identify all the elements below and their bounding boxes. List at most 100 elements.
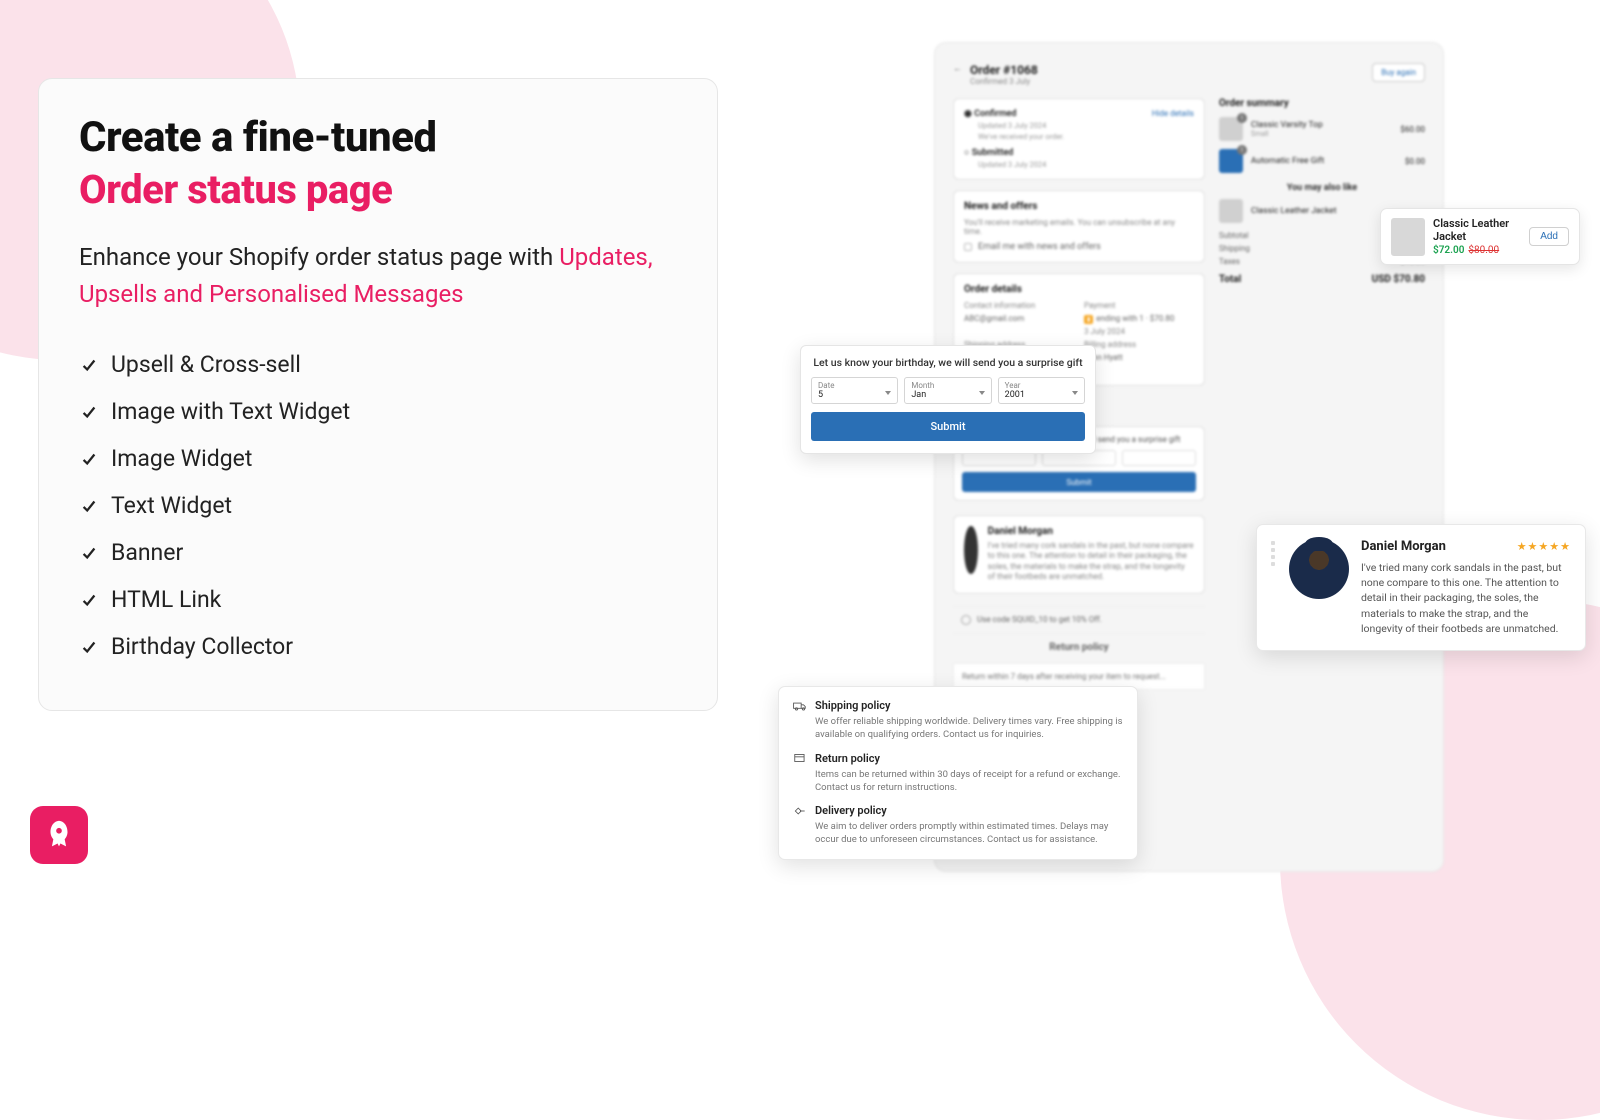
- summary-item: 1 Automatic Free Gift $0.00: [1219, 149, 1425, 173]
- buy-again-button[interactable]: Buy again: [1372, 63, 1425, 82]
- month-label: Month: [911, 381, 984, 390]
- submitted-label: ○ Submitted: [964, 147, 1013, 158]
- date-label: Date: [818, 381, 891, 390]
- hero-title-line1: Create a fine-tuned: [79, 113, 677, 162]
- check-icon: [79, 637, 99, 657]
- review-popover: Daniel Morgan ★★★★★ I've tried many cork …: [1256, 524, 1586, 651]
- check-icon: [79, 590, 99, 610]
- month-dropdown[interactable]: MonthJan: [904, 377, 991, 404]
- total-label: Total: [1219, 274, 1241, 285]
- confirmed-date: Updated 3 July 2024: [978, 121, 1194, 130]
- hero-desc-pre: Enhance your Shopify order status page w…: [79, 243, 559, 271]
- product-thumb: [1391, 218, 1425, 256]
- hero-card: Create a fine-tuned Order status page En…: [38, 78, 718, 711]
- feature-item: Image with Text Widget: [79, 388, 677, 435]
- hide-details-link[interactable]: Hide details: [1152, 109, 1194, 119]
- birthday-prompt: Let us know your birthday, we will send …: [811, 356, 1085, 369]
- birthday-popover: Let us know your birthday, we will send …: [800, 345, 1096, 454]
- contact-value: ABC@gmail.com: [964, 314, 1074, 323]
- hero-description: Enhance your Shopify order status page w…: [79, 239, 677, 313]
- taxes-label: Taxes: [1219, 257, 1240, 266]
- item-price: $60.00: [1400, 125, 1425, 134]
- upsell-popover: Classic Leather Jacket $72.00 $80.00 Add: [1380, 208, 1580, 265]
- order-title: Order #1068: [970, 63, 1038, 77]
- year-value: 2001: [1005, 390, 1078, 400]
- check-icon: [79, 355, 99, 375]
- submitted-date: Updated 3 July 2024: [978, 160, 1194, 169]
- news-card: News and offers You'll receive marketing…: [953, 190, 1205, 263]
- bday-mini-submit[interactable]: Submit: [962, 472, 1196, 492]
- payment-value: ▮ending with 1 · $70.80: [1084, 314, 1194, 323]
- feature-list: Upsell & Cross-sell Image with Text Widg…: [79, 341, 677, 670]
- subtotal-label: Subtotal: [1219, 231, 1249, 240]
- order-subtitle: Confirmed 3 July: [970, 77, 1038, 86]
- payment-heading: Payment: [1084, 301, 1194, 310]
- upsell-sale-price: $72.00: [1433, 245, 1464, 256]
- feature-label: Upsell & Cross-sell: [111, 351, 301, 378]
- policy-item: Shipping policy We offer reliable shippi…: [793, 699, 1123, 742]
- feature-item: Banner: [79, 529, 677, 576]
- news-checkbox-label: Email me with news and offers: [978, 242, 1101, 252]
- news-checkbox[interactable]: [964, 243, 972, 251]
- news-note: You'll receive marketing emails. You can…: [964, 218, 1194, 236]
- check-icon: [79, 402, 99, 422]
- check-icon: [79, 496, 99, 516]
- review-mini-card: Daniel Morgan I've tried many cork sandal…: [953, 515, 1205, 594]
- shipping-policy-text: We offer reliable shipping worldwide. De…: [815, 715, 1123, 742]
- policy-item: Delivery policy We aim to deliver orders…: [793, 804, 1123, 847]
- item-name: Automatic Free Gift: [1251, 156, 1397, 166]
- rocket-icon: [42, 818, 76, 852]
- review-mini-text: I've tried many cork sandals in the past…: [988, 541, 1194, 583]
- reviewer-name: Daniel Morgan: [1361, 539, 1446, 554]
- review-text: I've tried many cork sandals in the past…: [1361, 560, 1571, 636]
- gift-icon: 1: [1219, 149, 1243, 173]
- review-mini-name: Daniel Morgan: [988, 526, 1194, 537]
- date-dropdown[interactable]: Date5: [811, 377, 898, 404]
- total-value: USD $70.80: [1372, 274, 1425, 285]
- feature-label: Image with Text Widget: [111, 398, 350, 425]
- app-logo-badge: [30, 806, 88, 864]
- feature-label: Image Widget: [111, 445, 252, 472]
- shipping-policy-heading: Shipping policy: [815, 699, 890, 712]
- ymal-title: You may also like: [1219, 183, 1425, 193]
- back-arrow-icon[interactable]: ←: [953, 63, 962, 86]
- coupon-row: Use code SQUID_10 to get 10% Off.: [953, 606, 1205, 634]
- confirmed-label: ◉ Confirmed: [964, 109, 1016, 119]
- details-title: Order details: [964, 284, 1194, 295]
- star-rating-icon: ★★★★★: [1517, 540, 1571, 553]
- upsell-product-name: Classic Leather Jacket: [1433, 217, 1521, 243]
- item-thumb: [1219, 199, 1243, 223]
- bill-name: John Hyatt: [1084, 353, 1194, 362]
- drag-handle-icon[interactable]: [1271, 539, 1277, 636]
- hero-title-line2: Order status page: [79, 166, 677, 213]
- feature-item: Image Widget: [79, 435, 677, 482]
- submit-button[interactable]: Submit: [811, 412, 1085, 441]
- summary-item: 1 Classic Varsity TopSmall $60.00: [1219, 117, 1425, 141]
- year-label: Year: [1005, 381, 1078, 390]
- delivery-policy-text: We aim to deliver orders promptly within…: [815, 820, 1123, 847]
- box-icon: [793, 752, 807, 764]
- item-name: Classic Varsity Top: [1251, 120, 1393, 130]
- feature-item: Birthday Collector: [79, 623, 677, 670]
- avatar: [964, 526, 978, 574]
- feature-item: Upsell & Cross-sell: [79, 341, 677, 388]
- summary-title: Order summary: [1219, 98, 1425, 109]
- payment-date: 3 July 2024: [1084, 327, 1194, 336]
- info-icon: [961, 615, 971, 625]
- news-title: News and offers: [964, 201, 1194, 212]
- return-policy-text: Items can be returned within 30 days of …: [815, 768, 1123, 795]
- bill-heading: Billing address: [1084, 340, 1194, 349]
- bday-mini-year[interactable]: [1122, 450, 1196, 466]
- add-button[interactable]: Add: [1529, 227, 1569, 246]
- year-dropdown[interactable]: Year2001: [998, 377, 1085, 404]
- item-variant: Small: [1251, 130, 1393, 138]
- feature-label: HTML Link: [111, 586, 221, 613]
- check-icon: [79, 543, 99, 563]
- return-policy-heading: Return policy: [815, 752, 880, 765]
- truck-icon: [793, 700, 807, 712]
- shipping-label: Shipping: [1219, 244, 1250, 253]
- policy-popover: Shipping policy We offer reliable shippi…: [778, 686, 1138, 860]
- policy-item: Return policy Items can be returned with…: [793, 752, 1123, 795]
- upsell-old-price: $80.00: [1468, 245, 1499, 256]
- return-policy-heading: Return policy: [953, 634, 1205, 657]
